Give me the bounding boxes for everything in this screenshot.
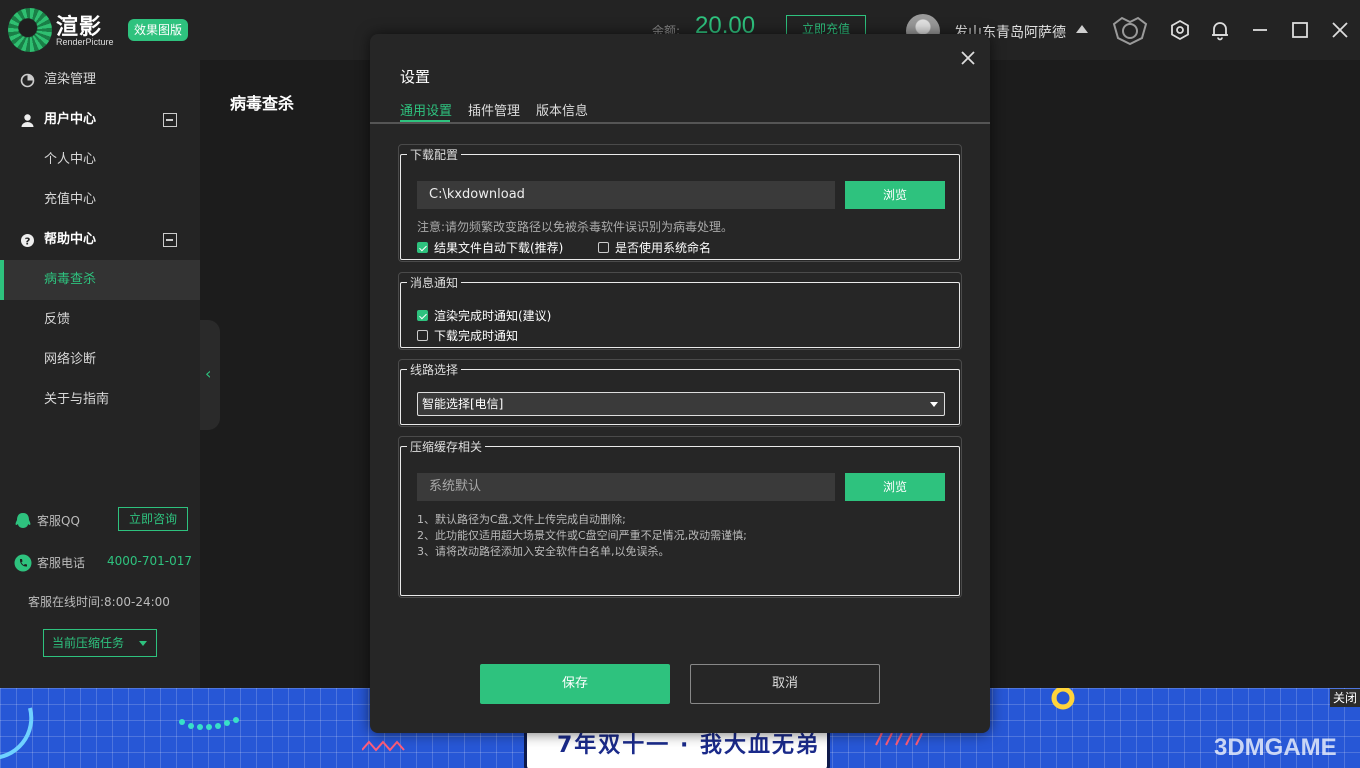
sidebar-item-label: 网络诊断 [44, 352, 97, 367]
consult-button[interactable]: 立即咨询 [118, 507, 188, 531]
sidebar-item-network-diagnosis[interactable]: 网络诊断 [0, 340, 200, 380]
sidebar-item-render-management[interactable]: 渲染管理 [0, 60, 200, 100]
dialog-close-icon[interactable] [958, 48, 978, 68]
banner-close-button[interactable]: 关闭 [1330, 689, 1360, 707]
watermark-text: 3DMGAME [1214, 734, 1337, 761]
checkbox-checked-icon [417, 242, 428, 253]
tab-divider [370, 122, 990, 124]
brand-logo-icon [8, 8, 52, 52]
settings-dialog: 设置 通用设置 插件管理 版本信息 下载配置 C:\kxdownload 浏览 … [370, 34, 990, 733]
caret-down-icon [139, 641, 147, 646]
compress-task-dropdown[interactable]: 当前压缩任务 [43, 629, 157, 657]
checkbox-checked-icon [417, 310, 428, 321]
render-icon [20, 73, 35, 88]
sidebar-item-label: 帮助中心 [44, 232, 97, 247]
service-hours: 客服在线时间:8:00-24:00 [28, 595, 170, 609]
bell-icon[interactable] [1209, 19, 1231, 41]
tab-version[interactable]: 版本信息 [536, 100, 588, 119]
checkbox-unchecked-icon [417, 330, 428, 341]
vip-badge-icon[interactable] [1110, 14, 1150, 46]
sidebar-item-user-center[interactable]: 用户中心 [0, 100, 200, 140]
checkbox-label: 是否使用系统命名 [615, 241, 712, 255]
sidebar-item-label: 渲染管理 [44, 72, 97, 87]
settings-icon[interactable] [1169, 19, 1191, 41]
decor-arc-icon [0, 707, 34, 760]
active-tab-indicator [400, 120, 450, 122]
sidebar-item-help-center[interactable]: ? 帮助中心 [0, 220, 200, 260]
sidebar-item-feedback[interactable]: 反馈 [0, 300, 200, 340]
cache-tip: 2、此功能仅适用超大场景文件或C盘空间严重不足情况,改动需谨慎; [417, 529, 747, 542]
sidebar-item-label: 病毒查杀 [44, 272, 97, 287]
download-browse-button[interactable]: 浏览 [845, 181, 945, 209]
brand-subtitle: RenderPicture [56, 37, 114, 47]
route-group: 线路选择 智能选择[电信] [398, 359, 962, 427]
caret-down-icon [930, 402, 938, 407]
download-path-input[interactable]: C:\kxdownload [417, 181, 835, 209]
phone-label: 客服电话 [37, 556, 86, 570]
cache-browse-button[interactable]: 浏览 [845, 473, 945, 501]
phone-number: 4000-701-017 [107, 554, 193, 568]
compress-cache-group: 压缩缓存相关 系统默认 浏览 1、默认路径为C盘,文件上传完成自动删除; 2、此… [398, 436, 962, 598]
cache-tip: 3、请将改动路径添加入安全软件白名单,以免误杀。 [417, 545, 670, 558]
tab-plugins[interactable]: 插件管理 [468, 100, 520, 119]
dialog-title: 设置 [400, 68, 431, 86]
caret-up-icon[interactable] [1076, 25, 1088, 33]
group-legend: 下载配置 [410, 148, 459, 162]
sidebar: 渲染管理 用户中心 个人中心 充值中心 ? 帮助中心 病毒查杀 反馈 网络诊断 … [0, 60, 200, 688]
qq-icon [15, 513, 31, 528]
sidebar-item-virus-scan[interactable]: 病毒查杀 [0, 260, 200, 300]
maximize-icon[interactable] [1289, 19, 1311, 41]
cache-tip: 1、默认路径为C盘,文件上传完成自动删除; [417, 513, 626, 526]
sidebar-collapse-handle[interactable]: ‹ [200, 320, 220, 430]
phone-icon [14, 554, 32, 572]
svg-text:?: ? [25, 237, 31, 248]
sidebar-item-personal-center[interactable]: 个人中心 [0, 140, 200, 180]
page-title: 病毒查杀 [230, 94, 295, 113]
sidebar-item-label: 关于与指南 [44, 392, 110, 407]
sidebar-item-label: 反馈 [44, 312, 71, 327]
group-legend: 消息通知 [410, 276, 459, 290]
route-selected-value: 智能选择[电信] [422, 397, 504, 411]
cache-path-input[interactable]: 系统默认 [417, 473, 835, 501]
decor-ring-icon [1051, 688, 1075, 710]
compress-task-label: 当前压缩任务 [52, 636, 125, 650]
decor-slashes-icon [875, 732, 923, 746]
tab-general[interactable]: 通用设置 [400, 100, 452, 119]
cancel-button[interactable]: 取消 [690, 664, 880, 704]
download-note: 注意:请勿频繁改变路径以免被杀毒软件误识别为病毒处理。 [417, 220, 734, 234]
sidebar-item-recharge-center[interactable]: 充值中心 [0, 180, 200, 220]
app-window: 渲影 RenderPicture 效果图版 余额: 20.00 立即充值 发山东… [0, 0, 1360, 768]
checkbox-label: 渲染完成时通知(建议) [434, 309, 552, 323]
help-icon: ? [21, 234, 34, 248]
group-legend: 压缩缓存相关 [410, 440, 483, 454]
sidebar-item-label: 充值中心 [44, 192, 97, 207]
checkbox-label: 下载完成时通知 [434, 329, 519, 343]
decor-dots-icon [179, 717, 239, 730]
download-config-group: 下载配置 C:\kxdownload 浏览 注意:请勿频繁改变路径以免被杀毒软件… [398, 144, 962, 262]
minimize-icon[interactable] [1249, 19, 1271, 41]
decor-zigzag-icon [362, 740, 405, 752]
collapse-icon[interactable] [163, 233, 177, 247]
save-button[interactable]: 保存 [480, 664, 670, 704]
route-select[interactable]: 智能选择[电信] [417, 392, 945, 416]
edition-badge: 效果图版 [128, 19, 188, 41]
checkbox-label: 结果文件自动下载(推荐) [434, 241, 564, 255]
chevron-left-icon: ‹ [205, 364, 212, 383]
checkbox-unchecked-icon [598, 242, 609, 253]
sidebar-item-label: 用户中心 [44, 112, 97, 127]
collapse-icon[interactable] [163, 113, 177, 127]
sidebar-item-about-guide[interactable]: 关于与指南 [0, 380, 200, 420]
sidebar-item-label: 个人中心 [44, 152, 97, 167]
qq-label: 客服QQ [37, 514, 80, 528]
user-icon [21, 114, 34, 127]
close-icon[interactable] [1329, 19, 1351, 41]
group-legend: 线路选择 [410, 363, 459, 377]
notification-group: 消息通知 渲染完成时通知(建议) 下载完成时通知 [398, 272, 962, 350]
